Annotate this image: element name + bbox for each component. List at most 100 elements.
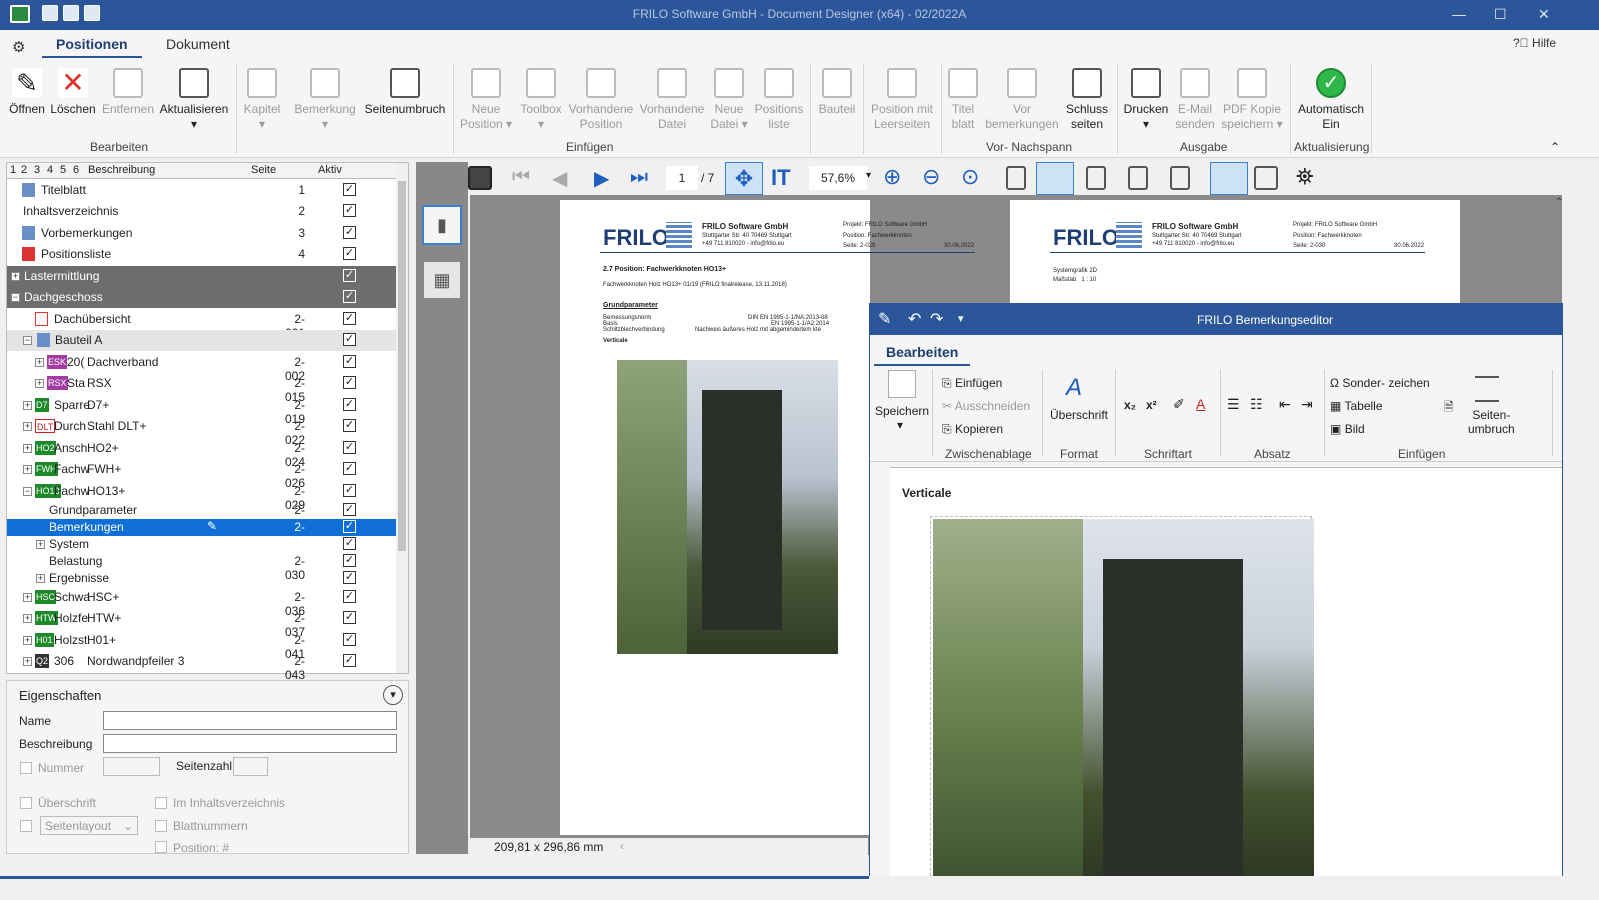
active-checkbox[interactable]: ✓ [343, 633, 356, 646]
continuous-page-icon[interactable] [1128, 166, 1148, 190]
level-4-header[interactable]: 4 [47, 164, 53, 176]
remark-button[interactable]: Bemerkung ▾ [293, 66, 357, 132]
quick-access-dropdown-icon[interactable]: ▾ [958, 312, 964, 325]
superscript-icon[interactable]: x² [1146, 398, 1157, 412]
tree-row[interactable]: Belastung 2-030 ✓ [7, 553, 397, 582]
active-checkbox[interactable]: ✓ [343, 537, 356, 550]
active-checkbox[interactable]: ✓ [343, 520, 356, 533]
active-checkbox[interactable]: ✓ [343, 503, 356, 516]
zoom-input[interactable]: 57,6% [809, 166, 867, 190]
scroll-left-icon[interactable]: ‹ [620, 839, 624, 853]
active-checkbox[interactable]: ✓ [343, 247, 356, 260]
active-checkbox[interactable]: ✓ [343, 554, 356, 567]
heading-button[interactable]: Überschrift [1050, 408, 1108, 422]
number-checkbox[interactable] [20, 762, 32, 774]
binoculars-icon[interactable]: ⛯ [1296, 164, 1314, 190]
level-2-header[interactable]: 2 [21, 164, 27, 176]
expand-icon[interactable]: + [23, 401, 32, 410]
position-list-button[interactable]: Positions liste [754, 66, 804, 132]
tab-positionen[interactable]: Positionen [42, 36, 142, 58]
active-checkbox[interactable]: ✓ [343, 376, 356, 389]
pagebreak-button[interactable]: Seiten-umbruch [1468, 408, 1515, 436]
tree-row[interactable]: + Q2 306 Nordwandpfeiler 3 2-043 ✓ [7, 651, 397, 682]
update-button[interactable]: Aktualisieren ▾ [158, 66, 230, 132]
auto-update-button[interactable]: ✓ Automatisch Ein [1296, 66, 1366, 132]
edit-pencil-icon[interactable]: ✎ [207, 519, 217, 533]
tree-row[interactable]: + H01 Holzst H01+ 2-041 ✓ [7, 630, 397, 661]
tab-bearbeiten[interactable]: Bearbeiten [874, 344, 971, 366]
tree-row[interactable]: − Dachgeschoss ✓ [7, 287, 397, 308]
level-1-header[interactable]: 1 [10, 164, 16, 176]
page-number-input[interactable]: 1 [666, 166, 698, 190]
tree-row[interactable]: Dachübersicht2-001✓ [7, 309, 397, 340]
number-input[interactable] [103, 757, 160, 776]
level-6-header[interactable]: 6 [73, 164, 79, 176]
level-5-header[interactable]: 5 [60, 164, 66, 176]
numbered-list-icon[interactable]: ☷ [1250, 396, 1263, 413]
active-checkbox[interactable]: ✓ [343, 312, 356, 325]
collapse-icon[interactable]: − [23, 336, 32, 345]
level-3-header[interactable]: 3 [34, 164, 40, 176]
active-checkbox[interactable]: ✓ [343, 398, 356, 411]
collapse-ribbon-icon[interactable]: ⌃ [1550, 140, 1560, 154]
active-checkbox[interactable]: ✓ [343, 226, 356, 239]
save-button[interactable]: Speichern ▾ [875, 404, 929, 432]
bullet-list-icon[interactable]: ☰ [1227, 396, 1240, 413]
help-button[interactable]: ?⃝ Hilfe [1513, 36, 1556, 50]
close-button[interactable]: ✕ [1538, 6, 1550, 23]
open-button[interactable]: ✎ Öffnen [8, 66, 46, 117]
position-checkbox[interactable] [155, 841, 167, 853]
tree-row[interactable]: + FWH Fachw FWH+ 2-026 ✓ [7, 459, 397, 490]
thumbnails-icon[interactable]: ▦ [424, 262, 460, 298]
desc-header[interactable]: Beschreibung [88, 164, 155, 176]
tree-row[interactable]: − HO13 Fachw HO13+ 2-029 ✓ [7, 481, 397, 512]
text-select-icon[interactable]: IT [771, 165, 791, 191]
tree-row[interactable]: + ESK 20(Dachverband 2-002 ✓ [7, 352, 397, 383]
font-color-icon[interactable]: A [1196, 396, 1205, 412]
active-header[interactable]: Aktiv [318, 164, 342, 176]
active-checkbox[interactable]: ✓ [343, 419, 356, 432]
two-page-icon[interactable] [1210, 162, 1248, 195]
remove-button[interactable]: Entfernen [101, 66, 155, 117]
page-header[interactable]: Seite [251, 164, 276, 176]
viewer-scroll-up[interactable]: ⌃ [1555, 197, 1563, 208]
collapse-panel-icon[interactable]: ▾ [383, 685, 403, 705]
name-input[interactable] [103, 711, 397, 730]
tree-row[interactable]: Vorbemerkungen 3 ✓ [7, 223, 397, 244]
toc-checkbox[interactable] [155, 797, 167, 809]
delete-button[interactable]: ✕ Löschen [50, 66, 96, 117]
blank-pages-button[interactable]: Position mit Leerseiten [868, 66, 936, 132]
active-checkbox[interactable]: ✓ [343, 441, 356, 454]
chapter-button[interactable]: Kapitel ▾ [241, 66, 283, 132]
tree-row[interactable]: + RSX Sta RSX 2-015 ✓ [7, 373, 397, 404]
tree-row[interactable]: − Bauteil A ✓ [7, 330, 397, 351]
tree-row[interactable]: + DLT Durch Stahl DLT+ 2-022 ✓ [7, 416, 397, 447]
minimize-button[interactable]: — [1452, 6, 1466, 22]
active-checkbox[interactable]: ✓ [343, 183, 356, 196]
active-checkbox[interactable]: ✓ [343, 462, 356, 475]
copy-button[interactable]: ⎘ Kopieren [942, 422, 1003, 437]
tree-row[interactable]: + Lastermittlung ✓ [7, 266, 397, 287]
expand-icon[interactable]: + [23, 636, 32, 645]
expand-icon[interactable]: + [23, 444, 32, 453]
settings-icon[interactable]: ⚙ [12, 38, 25, 56]
fit-width-icon[interactable] [1086, 166, 1106, 190]
undo-icon[interactable]: ↶ [908, 309, 921, 329]
existing-file-button[interactable]: Vorhandene Datei [638, 66, 706, 132]
pagebreak-button[interactable]: Seitenumbruch [363, 66, 447, 117]
toolbox-button[interactable]: Toolbox ▾ [517, 66, 565, 132]
tree-row[interactable]: + System ✓ [7, 536, 397, 553]
active-checkbox[interactable]: ✓ [343, 654, 356, 667]
collapse-icon[interactable]: − [23, 487, 32, 496]
maximize-button[interactable]: ☐ [1494, 6, 1507, 23]
tree-row[interactable]: + HTW Holzfe HTW+ 2-037 ✓ [7, 608, 397, 639]
pdf-copy-button[interactable]: PDF Kopie speichern ▾ [1220, 66, 1284, 132]
expand-icon[interactable]: + [23, 422, 32, 431]
pagenums-checkbox[interactable] [155, 820, 167, 832]
tree-row[interactable]: Grundparameter2-029✓ [7, 502, 397, 531]
new-file-button[interactable]: Neue Datei ▾ [709, 66, 749, 132]
new-position-button[interactable]: Neue Position ▾ [458, 66, 514, 132]
print-button[interactable]: Drucken ▾ [1121, 66, 1171, 132]
expand-icon[interactable]: + [23, 593, 32, 602]
multi-page-icon[interactable] [1254, 166, 1278, 190]
